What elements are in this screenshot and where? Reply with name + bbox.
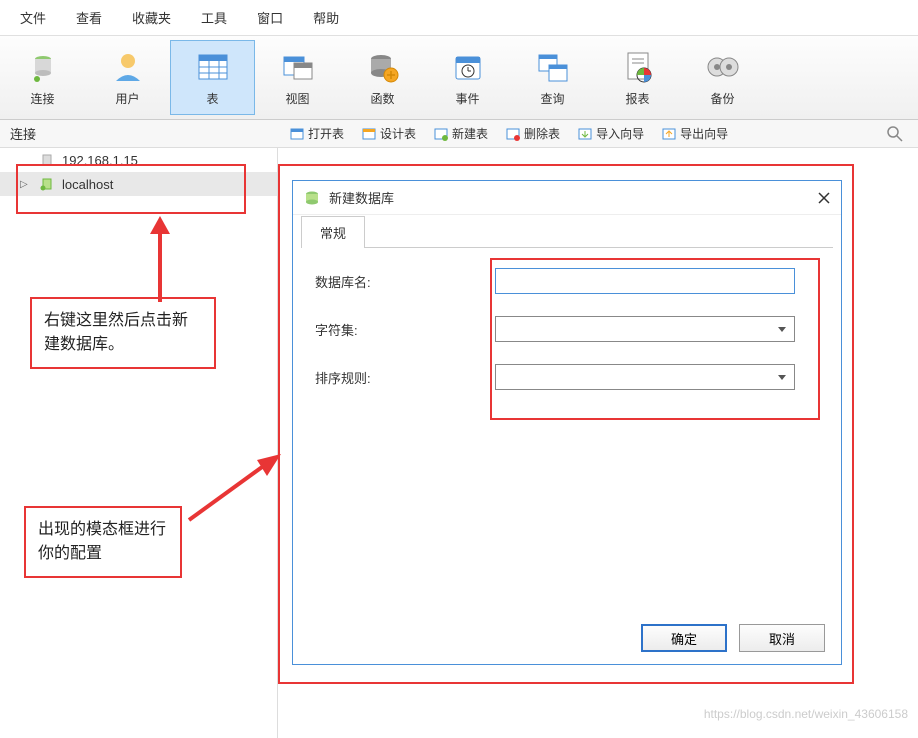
backup-button[interactable]: 备份 — [680, 40, 765, 115]
dbname-label: 数据库名: — [315, 272, 495, 291]
design-table-icon — [362, 127, 376, 141]
expand-icon[interactable]: ▷ — [20, 179, 28, 190]
localhost-icon — [40, 177, 54, 191]
main-toolbar: 连接 用户 表 视图 函数 事件 查询 报表 备份 — [0, 36, 918, 120]
open-table-action[interactable]: 打开表 — [290, 125, 344, 142]
function-icon — [365, 49, 401, 85]
charset-label: 字符集: — [315, 320, 495, 339]
connect-label: 连接 — [30, 90, 54, 107]
open-table-icon — [290, 127, 304, 141]
export-wizard-action[interactable]: 导出向导 — [662, 125, 728, 142]
menu-favorites[interactable]: 收藏夹 — [132, 8, 171, 27]
report-button[interactable]: 报表 — [595, 40, 680, 115]
close-icon[interactable] — [817, 191, 831, 205]
dialog-titlebar: 新建数据库 — [293, 181, 841, 215]
connect-button[interactable]: 连接 — [0, 40, 85, 115]
annotation-2: 出现的模态框进行你的配置 — [24, 506, 182, 578]
menu-bar: 文件 查看 收藏夹 工具 窗口 帮助 — [0, 0, 918, 36]
new-database-dialog: 新建数据库 常规 数据库名: 字符集: 排序规则: 确定 取消 — [292, 180, 842, 665]
annotation-1: 右键这里然后点击新建数据库。 — [30, 297, 216, 369]
delete-table-action[interactable]: 删除表 — [506, 125, 560, 142]
user-label: 用户 — [115, 90, 139, 107]
connection-tree: 192.168.1.15 ▷ localhost — [0, 148, 278, 738]
new-table-icon — [434, 127, 448, 141]
report-icon — [620, 49, 656, 85]
menu-help[interactable]: 帮助 — [313, 8, 339, 27]
ok-button[interactable]: 确定 — [641, 624, 727, 652]
table-label: 表 — [206, 90, 218, 107]
backup-icon — [705, 49, 741, 85]
menu-file[interactable]: 文件 — [20, 8, 46, 27]
design-table-action[interactable]: 设计表 — [362, 125, 416, 142]
query-button[interactable]: 查询 — [510, 40, 595, 115]
search-icon[interactable] — [886, 125, 904, 143]
table-button[interactable]: 表 — [170, 40, 255, 115]
server-icon — [40, 153, 54, 167]
query-icon — [535, 49, 571, 85]
new-table-action[interactable]: 新建表 — [434, 125, 488, 142]
menu-view[interactable]: 查看 — [76, 8, 102, 27]
event-label: 事件 — [455, 90, 479, 107]
collation-select[interactable] — [495, 364, 795, 390]
tree-item-server[interactable]: 192.168.1.15 — [0, 148, 277, 172]
cancel-button[interactable]: 取消 — [739, 624, 825, 652]
backup-label: 备份 — [710, 90, 734, 107]
user-button[interactable]: 用户 — [85, 40, 170, 115]
export-icon — [662, 127, 676, 141]
tab-general[interactable]: 常规 — [301, 216, 365, 248]
import-icon — [578, 127, 592, 141]
view-label: 视图 — [285, 90, 309, 107]
event-button[interactable]: 事件 — [425, 40, 510, 115]
import-wizard-action[interactable]: 导入向导 — [578, 125, 644, 142]
dialog-body: 数据库名: 字符集: 排序规则: — [293, 248, 841, 432]
sub-toolbar: 连接 打开表 设计表 新建表 删除表 导入向导 导出向导 — [0, 120, 918, 148]
collation-label: 排序规则: — [315, 368, 495, 387]
menu-tools[interactable]: 工具 — [201, 8, 227, 27]
menu-window[interactable]: 窗口 — [257, 8, 283, 27]
table-icon — [195, 49, 231, 85]
report-label: 报表 — [625, 90, 649, 107]
charset-select[interactable] — [495, 316, 795, 342]
connect-icon — [25, 49, 61, 85]
query-label: 查询 — [540, 90, 564, 107]
view-button[interactable]: 视图 — [255, 40, 340, 115]
function-button[interactable]: 函数 — [340, 40, 425, 115]
delete-table-icon — [506, 127, 520, 141]
dialog-title: 新建数据库 — [329, 188, 817, 207]
dbname-input[interactable] — [495, 268, 795, 294]
connection-label: 连接 — [10, 124, 36, 143]
event-icon — [450, 49, 486, 85]
tree-item-localhost[interactable]: ▷ localhost — [0, 172, 277, 196]
dialog-tabs: 常规 — [293, 215, 841, 247]
view-icon — [280, 49, 316, 85]
watermark: https://blog.csdn.net/weixin_43606158 — [704, 707, 908, 721]
function-label: 函数 — [370, 90, 394, 107]
user-icon — [110, 49, 146, 85]
database-icon — [303, 189, 321, 207]
